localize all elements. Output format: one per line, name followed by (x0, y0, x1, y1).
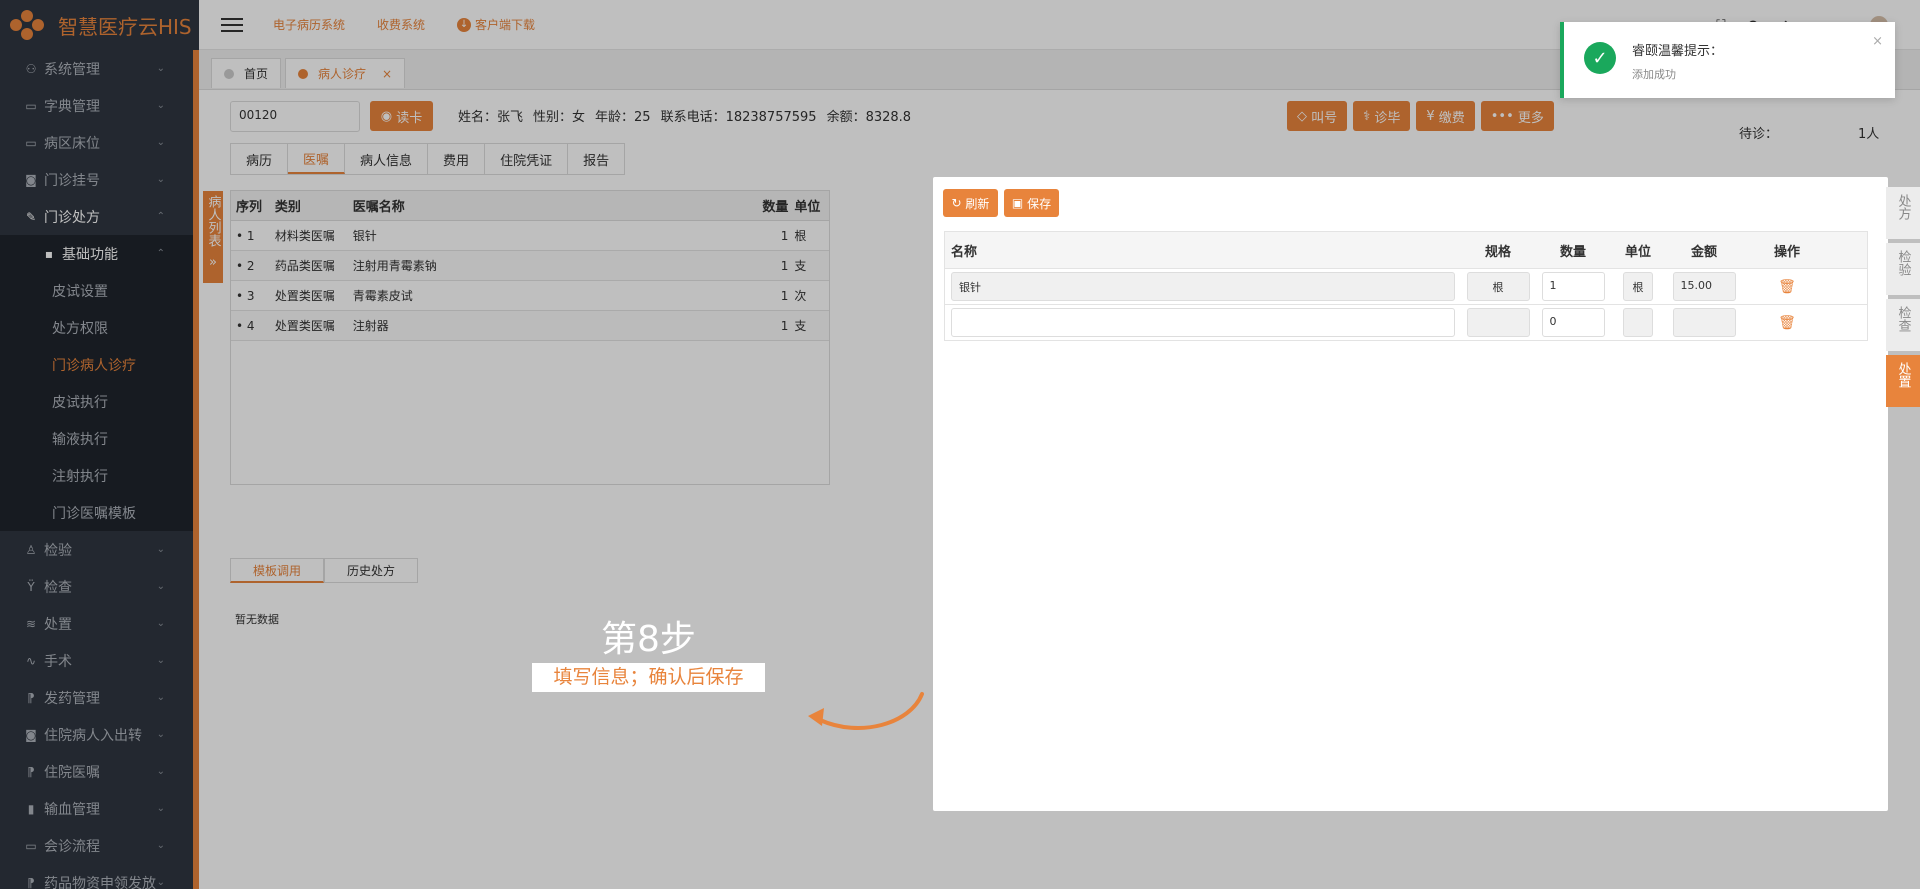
save-button[interactable]: ▣ 保存 (1004, 189, 1059, 217)
qty-cell: 1 (1531, 272, 1615, 301)
tab-label: 处置 (1895, 362, 1911, 388)
column-header: 金额 (1690, 244, 1717, 260)
table-row: 银针 根 1 根 15.00 🗑 (945, 268, 1867, 304)
unit-field: 根 (1623, 272, 1653, 301)
guide-step-description: 填写信息；确认后保存 (532, 663, 765, 692)
refresh-icon: ↻ (951, 196, 966, 210)
delete-icon[interactable]: 🗑 (1778, 315, 1796, 331)
check-icon: ✓ (1584, 42, 1616, 74)
amount-field: 15.00 (1672, 272, 1736, 301)
spec-cell (1465, 308, 1531, 337)
unit-cell: 根 (1615, 272, 1661, 301)
table-header: 名称 规格 数量 单位 金额 操作 (945, 232, 1867, 268)
column-header: 规格 (1484, 244, 1511, 260)
spec-field: 根 (1466, 272, 1530, 301)
tab-disposal[interactable]: 处置 (1886, 355, 1920, 407)
disposal-dialog: ↻ 刷新 ▣ 保存 名称 规格 数量 单位 金额 操作 银针 根 1 根 15.… (933, 177, 1888, 811)
item-name-input[interactable]: 银针 (951, 272, 1455, 301)
button-label: 保存 (1027, 196, 1052, 211)
success-toast: ✓ 睿颐温馨提示： 添加成功 × (1560, 22, 1895, 98)
spec-cell: 根 (1465, 272, 1531, 301)
guide-arrow-icon (808, 692, 924, 730)
delete-icon[interactable]: 🗑 (1778, 279, 1796, 295)
column-header: 名称 (951, 244, 978, 260)
disposal-table: 名称 规格 数量 单位 金额 操作 银针 根 1 根 15.00 🗑 0 🗑 (944, 231, 1868, 341)
column-header: 单位 (1624, 244, 1651, 260)
table-row: 0 🗑 (945, 304, 1867, 340)
button-label: 刷新 (965, 196, 990, 211)
column-header: 操作 (1773, 244, 1800, 260)
column-header: 数量 (1559, 244, 1586, 260)
spec-field (1466, 308, 1530, 337)
amount-cell (1661, 308, 1747, 337)
guide-step-title: 第8步 (601, 619, 696, 660)
quantity-input[interactable]: 0 (1541, 308, 1605, 337)
name-cell (945, 308, 1465, 337)
amount-field (1672, 308, 1736, 337)
tab-label: 检验 (1895, 250, 1911, 276)
tab-exam[interactable]: 检查 (1886, 299, 1920, 351)
unit-field (1623, 308, 1653, 337)
unit-cell (1615, 308, 1661, 337)
tab-label: 处方 (1895, 194, 1911, 220)
close-icon[interactable]: × (1872, 34, 1883, 49)
tab-lab[interactable]: 检验 (1886, 243, 1920, 295)
qty-cell: 0 (1531, 308, 1615, 337)
quantity-input[interactable]: 1 (1541, 272, 1605, 301)
refresh-button[interactable]: ↻ 刷新 (943, 189, 998, 217)
save-icon: ▣ (1011, 196, 1028, 210)
tab-label: 检查 (1895, 306, 1911, 332)
op-cell: 🗑 (1747, 279, 1827, 295)
toast-message: 添加成功 (1632, 68, 1676, 81)
amount-cell: 15.00 (1661, 272, 1747, 301)
tab-prescription[interactable]: 处方 (1886, 187, 1920, 239)
right-tabs: 处方 检验 检查 处置 (1886, 187, 1920, 411)
op-cell: 🗑 (1747, 315, 1827, 331)
toast-title: 睿颐温馨提示： (1632, 44, 1724, 59)
item-name-input[interactable] (951, 308, 1455, 337)
name-cell: 银针 (945, 272, 1465, 301)
